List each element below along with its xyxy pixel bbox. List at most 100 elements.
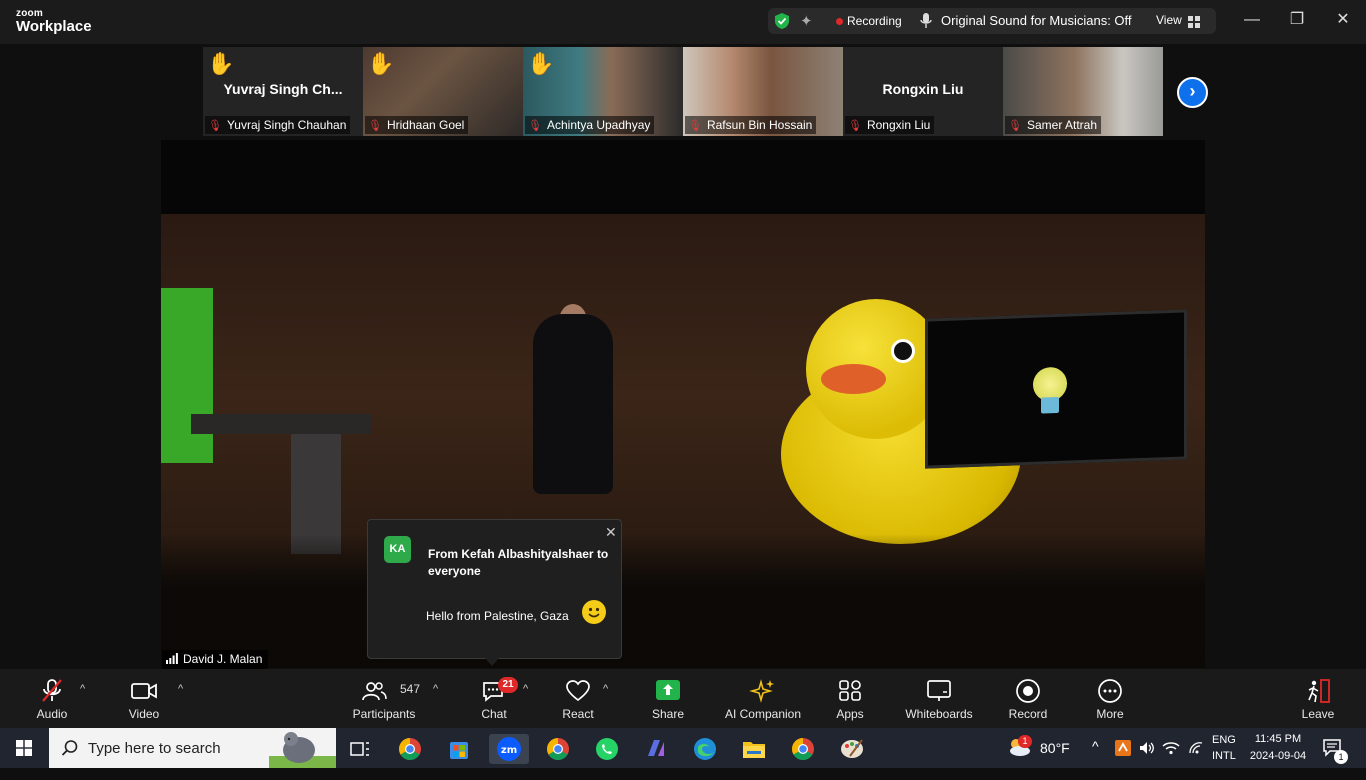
green-screen	[161, 288, 213, 463]
windows-start-icon[interactable]	[16, 740, 32, 761]
recording-label[interactable]: Recording	[847, 14, 902, 28]
whiteboards-button[interactable]: Whiteboards	[900, 669, 978, 728]
heart-icon	[564, 678, 592, 704]
microsoft-store-icon[interactable]	[439, 734, 479, 764]
minimize-button[interactable]: —	[1237, 8, 1267, 34]
audio-label: Audio	[36, 707, 68, 721]
file-explorer-icon[interactable]	[734, 734, 774, 764]
chrome-icon[interactable]	[538, 734, 578, 764]
network-icon[interactable]	[1188, 739, 1206, 779]
taskbar-search[interactable]: Type here to search	[49, 728, 336, 768]
participants-options-chevron-icon[interactable]: ^	[433, 683, 438, 695]
apps-button[interactable]: Apps	[822, 669, 878, 728]
close-button[interactable]: ✕	[1328, 8, 1358, 34]
grid-icon[interactable]	[1188, 15, 1200, 33]
participant-tile[interactable]: 🎙 Samer Attrah	[1003, 47, 1163, 136]
raised-hand-icon: ✋	[207, 51, 235, 76]
video-options-chevron-icon[interactable]: ^	[178, 683, 183, 695]
share-button[interactable]: Share	[640, 669, 696, 728]
speaker-name-badge: David J. Malan	[162, 650, 269, 670]
participant-tile[interactable]: ✋ Yuvraj Singh Ch... 🎙 Yuvraj Singh Chauh…	[203, 47, 363, 136]
smiley-emoji-icon	[582, 600, 606, 624]
chat-options-chevron-icon[interactable]: ^	[523, 683, 528, 695]
video-label: Video	[128, 707, 160, 721]
svg-text:zm: zm	[501, 745, 517, 756]
weather-temperature[interactable]: 80°F	[1040, 740, 1070, 780]
edge-icon[interactable]	[685, 734, 725, 764]
chat-message: Hello from Palestine, Gaza	[426, 609, 569, 623]
task-view-icon[interactable]	[340, 734, 380, 764]
shield-icon[interactable]	[774, 12, 790, 35]
system-clock[interactable]: 11:45 PM 2024-09-04	[1245, 731, 1311, 765]
ai-sparkle-icon[interactable]: ✦	[800, 12, 813, 30]
participant-name-large: Rongxin Liu	[882, 81, 964, 97]
input-language[interactable]: ENG INTL	[1212, 732, 1236, 772]
muted-microphone-icon	[38, 678, 66, 704]
record-label: Record	[1008, 707, 1048, 721]
search-icon	[61, 739, 79, 762]
participant-tile[interactable]: ✋ 🎙 Achintya Upadhyay	[523, 47, 683, 136]
keyboard-layout: INTL	[1212, 750, 1236, 762]
video-button[interactable]: Video	[114, 669, 174, 728]
participant-name: Samer Attrah	[1026, 118, 1097, 132]
video-camera-icon	[130, 678, 158, 704]
participant-tile[interactable]: ✋ 🎙 Hridhaan Goel	[363, 47, 523, 136]
react-options-chevron-icon[interactable]: ^	[603, 683, 608, 695]
rubber-duck-beak	[821, 364, 886, 394]
participant-strip: ✋ Yuvraj Singh Ch... 🎙 Yuvraj Singh Chauh…	[203, 47, 1163, 136]
copilot-icon[interactable]	[636, 734, 676, 764]
recording-dot-icon	[836, 18, 843, 25]
show-hidden-icons-chevron-icon[interactable]: ^	[1092, 738, 1099, 778]
participant-name: Hridhaan Goel	[386, 118, 465, 132]
restore-button[interactable]: ❐	[1282, 8, 1312, 34]
next-page-chevron-icon[interactable]: ›	[1177, 77, 1208, 108]
original-sound-toggle[interactable]: Original Sound for Musicians: Off	[941, 13, 1132, 28]
participants-button[interactable]: Participants	[348, 669, 420, 728]
title-bar: zoom Workplace ✦ Recording Original Soun…	[0, 0, 1366, 44]
lecture-hall-scene	[161, 214, 1205, 668]
toast-pointer	[485, 658, 499, 666]
participants-icon	[360, 678, 388, 704]
react-button[interactable]: React	[550, 669, 606, 728]
raised-hand-icon: ✋	[367, 51, 395, 76]
muted-mic-icon: 🎙	[368, 120, 382, 132]
paint-icon[interactable]	[832, 734, 872, 764]
record-button[interactable]: Record	[1000, 669, 1056, 728]
windows-taskbar: Type here to search zm 1 80°F ^ ENG INTL…	[0, 728, 1366, 768]
audience	[161, 534, 1205, 668]
ai-companion-button[interactable]: AI Companion	[720, 669, 806, 728]
volume-icon[interactable]	[1138, 739, 1156, 779]
microphone-icon	[920, 12, 932, 35]
audio-options-chevron-icon[interactable]: ^	[80, 683, 85, 695]
participant-label: 🎙 Yuvraj Singh Chauhan	[205, 116, 351, 134]
avatar: KA	[384, 536, 411, 563]
whatsapp-icon[interactable]	[587, 734, 627, 764]
raised-hand-icon: ✋	[527, 51, 555, 76]
zoom-app-icon[interactable]: zm	[489, 734, 529, 764]
share-label: Share	[651, 707, 685, 721]
close-icon[interactable]: ✕	[605, 524, 617, 541]
participants-count: 547	[400, 682, 421, 696]
ai-companion-label: AI Companion	[724, 707, 802, 721]
lightbulb-base	[1041, 396, 1059, 414]
chat-unread-badge: 21	[498, 677, 518, 693]
chrome-profile-icon[interactable]	[390, 734, 430, 764]
chat-notification[interactable]: KA From Kefah Albashityalshaer to everyo…	[367, 519, 622, 659]
audio-button[interactable]: Audio	[22, 669, 82, 728]
participant-label: 🎙 Hridhaan Goel	[365, 116, 469, 134]
brand-name: Workplace	[16, 18, 92, 35]
signal-bars-icon	[166, 651, 178, 670]
more-button[interactable]: More	[1082, 669, 1138, 728]
wifi-icon[interactable]	[1162, 739, 1180, 779]
speaker-figure	[533, 314, 613, 494]
chrome-profile-2-icon[interactable]	[783, 734, 823, 764]
view-button[interactable]: View	[1156, 13, 1182, 27]
tray-app-icon[interactable]	[1114, 739, 1132, 779]
record-icon	[1014, 678, 1042, 704]
muted-mic-icon: 🎙	[848, 120, 862, 132]
participant-name: Rongxin Liu	[866, 118, 931, 132]
muted-mic-icon: 🎙	[688, 120, 702, 132]
leave-button[interactable]: Leave	[1290, 669, 1346, 728]
participant-tile[interactable]: Rongxin Liu 🎙 Rongxin Liu	[843, 47, 1003, 136]
participant-tile[interactable]: 🎙 Rafsun Bin Hossain	[683, 47, 843, 136]
